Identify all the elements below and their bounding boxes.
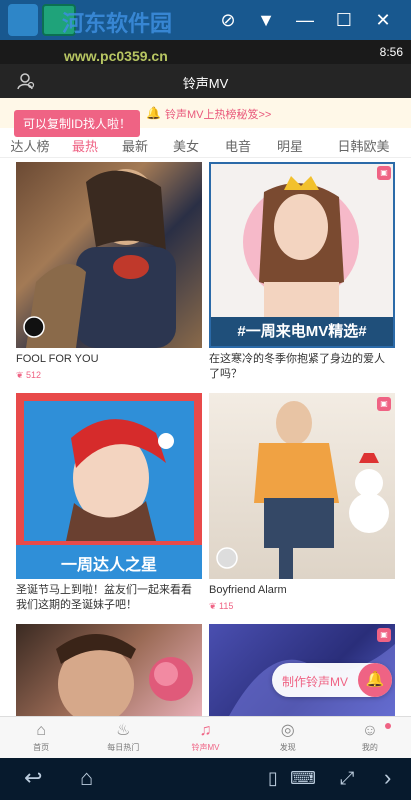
nav-mine[interactable]: ☺ 我的: [329, 717, 411, 758]
bottom-nav: ⌂ 首页 ♨ 每日热门 ♫ 铃声MV ◎ 发现 ☺ 我的: [0, 716, 411, 758]
mv-title: 圣诞节马上到啦！盆友们一起来看看我们这期的圣诞妹子吧！: [16, 584, 192, 611]
fullscreen-icon[interactable]: ⤢: [340, 766, 354, 790]
system-nav-bar: ↩ ⌂ ▯ ⌨ ⤢ ›: [0, 758, 411, 800]
mv-card[interactable]: FOOL FOR YOU ❦ 512: [16, 162, 202, 384]
nav-label: 铃声MV: [191, 743, 220, 752]
notification-dot: [385, 723, 392, 729]
mv-badge-icon: ▣: [377, 166, 391, 180]
maximize-icon[interactable]: ☐: [331, 8, 357, 32]
mv-thumbnail[interactable]: #一周来电MV精选# ▣: [209, 162, 395, 348]
flame-icon: ♨: [116, 722, 131, 739]
back-icon[interactable]: ↩: [24, 766, 42, 790]
nav-label: 每日热门: [107, 743, 140, 752]
watermark-url: www.pc0359.cn: [64, 48, 168, 64]
chevron-right-icon[interactable]: ›: [384, 766, 391, 790]
mv-badge-icon: ▣: [377, 397, 391, 411]
keyboard-icon[interactable]: ⌨: [290, 766, 316, 790]
mv-title: 在这寒冷的冬季你抱紧了身边的爱人了吗？: [209, 353, 385, 380]
mv-card[interactable]: #一周来电MV精选# ▣ 在这寒冷的冬季你抱紧了身边的爱人了吗？: [209, 162, 395, 384]
mv-thumbnail[interactable]: 一周达人之星: [16, 393, 202, 579]
phone-icon[interactable]: ▯: [268, 766, 278, 790]
bell-icon: 🔔: [146, 106, 161, 120]
app-frame: 河东软件园 ⊘ ▼ — ☐ ✕ www.pc0359.cn 8:56 铃声MV …: [0, 0, 411, 800]
dropdown-icon[interactable]: ▼: [253, 8, 279, 32]
page-title: 铃声MV: [182, 76, 229, 91]
nav-label: 我的: [361, 743, 378, 752]
home-button-icon[interactable]: ⌂: [80, 766, 93, 790]
music-video-icon: ♫: [199, 722, 212, 739]
tab-electronic[interactable]: 电音: [212, 130, 264, 157]
home-icon: ⌂: [36, 722, 46, 739]
mv-thumbnail[interactable]: ▣: [209, 393, 395, 579]
bell-icon: 🔔: [358, 663, 392, 697]
nav-label: 发现: [279, 743, 296, 752]
mv-badge-icon: ▣: [377, 628, 391, 642]
mv-thumbnail[interactable]: [16, 162, 202, 348]
mv-title: FOOL FOR YOU: [16, 353, 99, 365]
mv-title: Boyfriend Alarm: [209, 584, 287, 596]
like-count: ❦ 512: [16, 370, 42, 380]
tab-stars[interactable]: 明星: [264, 130, 316, 157]
person-icon: ☺: [361, 722, 379, 739]
mv-overlay-title: #一周来电MV精选#: [237, 323, 367, 340]
tab-jpkr-western[interactable]: 日韩欧美: [316, 130, 411, 157]
emulator-logo-icon: [8, 4, 38, 36]
close-icon[interactable]: ✕: [370, 8, 396, 32]
nav-home[interactable]: ⌂ 首页: [0, 717, 82, 758]
tab-beauty[interactable]: 美女: [160, 130, 212, 157]
compass-icon: ◎: [280, 722, 295, 739]
watermark-title: 河东软件园: [62, 11, 173, 36]
make-mv-button[interactable]: 制作铃声MV 🔔: [272, 663, 392, 697]
mv-grid: FOOL FOR YOU ❦ 512 #一周来电MV精选# ▣ 在这寒冷的冬季你…: [0, 160, 411, 716]
status-bar: 8:56: [0, 40, 411, 64]
app-header: 铃声MV: [0, 64, 411, 98]
nav-discover[interactable]: ◎ 发现: [247, 717, 329, 758]
nav-ringtone-mv[interactable]: ♫ 铃声MV: [164, 717, 246, 758]
minimize-icon[interactable]: —: [292, 8, 318, 32]
emulator-title-bar: 河东软件园 ⊘ ▼ — ☐ ✕: [0, 0, 411, 40]
make-mv-label: 制作铃声MV: [282, 675, 349, 689]
mv-overlay-title: 一周达人之星: [60, 557, 157, 574]
nav-label: 首页: [33, 743, 50, 752]
mv-card[interactable]: ▣ Boyfriend Alarm ❦ 115: [209, 393, 395, 615]
block-icon[interactable]: ⊘: [215, 8, 241, 32]
banner-text[interactable]: 铃声MV上热榜秘笈>>: [165, 106, 271, 122]
copy-id-tooltip: 可以复制ID找人啦！: [14, 110, 141, 137]
mv-card[interactable]: [16, 624, 202, 716]
mv-thumbnail[interactable]: [16, 624, 202, 716]
mv-card[interactable]: 一周达人之星 圣诞节马上到啦！盆友们一起来看看我们这期的圣诞妹子吧！: [16, 393, 202, 615]
nav-daily-hot[interactable]: ♨ 每日热门: [82, 717, 164, 758]
status-time: 8:56: [379, 45, 403, 59]
like-count: ❦ 115: [209, 601, 234, 611]
